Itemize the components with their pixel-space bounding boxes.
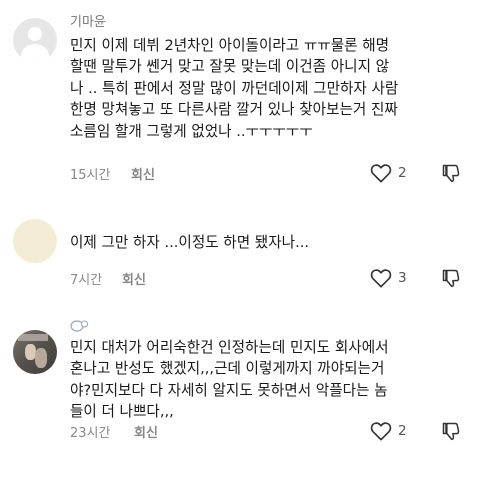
avatar[interactable] — [13, 330, 57, 374]
timestamp: 23시간 — [70, 426, 111, 441]
reply-button[interactable]: 회신 — [134, 422, 158, 441]
like-count: 2 — [398, 423, 407, 439]
comment-text: 민지 이제 데뷔 2년차인 아이돌이라고 ㅠㅠ물론 해명 할땐 말투가 쎈거 맞… — [70, 37, 399, 140]
comment-time: 7시간 — [70, 269, 126, 288]
thumbs-down-icon — [442, 422, 460, 441]
username[interactable]: 기마윤 — [70, 11, 106, 30]
reply-button[interactable]: 회신 — [131, 164, 155, 183]
heart-outline-icon — [370, 164, 392, 183]
avatar-body-shape — [21, 44, 49, 62]
heart-outline-icon — [370, 422, 392, 441]
like-count: 3 — [398, 270, 407, 286]
like-button[interactable]: 2 — [370, 421, 407, 441]
avatar[interactable] — [13, 219, 57, 263]
dislike-button[interactable] — [441, 421, 461, 445]
comment-text: 민지 대처가 어리숙한건 인정하는데 민지도 회사에서 혼나고 반성도 했겠지,… — [70, 339, 389, 421]
thumbs-down-icon — [442, 164, 460, 183]
like-button[interactable]: 2 — [370, 163, 407, 183]
thumbs-down-icon — [442, 269, 460, 288]
avatar-photo-sign — [18, 334, 48, 341]
avatar-head-shape — [28, 27, 42, 41]
comment-text: 이제 그만 하자 ...이정도 하면 됐자나... — [70, 234, 309, 251]
dislike-button[interactable] — [441, 268, 461, 292]
dislike-button[interactable] — [441, 163, 461, 187]
speech-bubble-icon — [70, 320, 89, 332]
timestamp: 7시간 — [70, 273, 103, 288]
heart-outline-icon — [370, 269, 392, 288]
comment-time: 15시간 — [70, 164, 126, 183]
like-button[interactable]: 3 — [370, 268, 407, 288]
avatar[interactable] — [13, 18, 57, 62]
like-count: 2 — [398, 165, 407, 181]
reply-button[interactable]: 회신 — [122, 269, 146, 288]
comment-time: 23시간 — [70, 422, 126, 441]
avatar-photo-figure — [35, 348, 47, 368]
timestamp: 15시간 — [70, 168, 111, 183]
